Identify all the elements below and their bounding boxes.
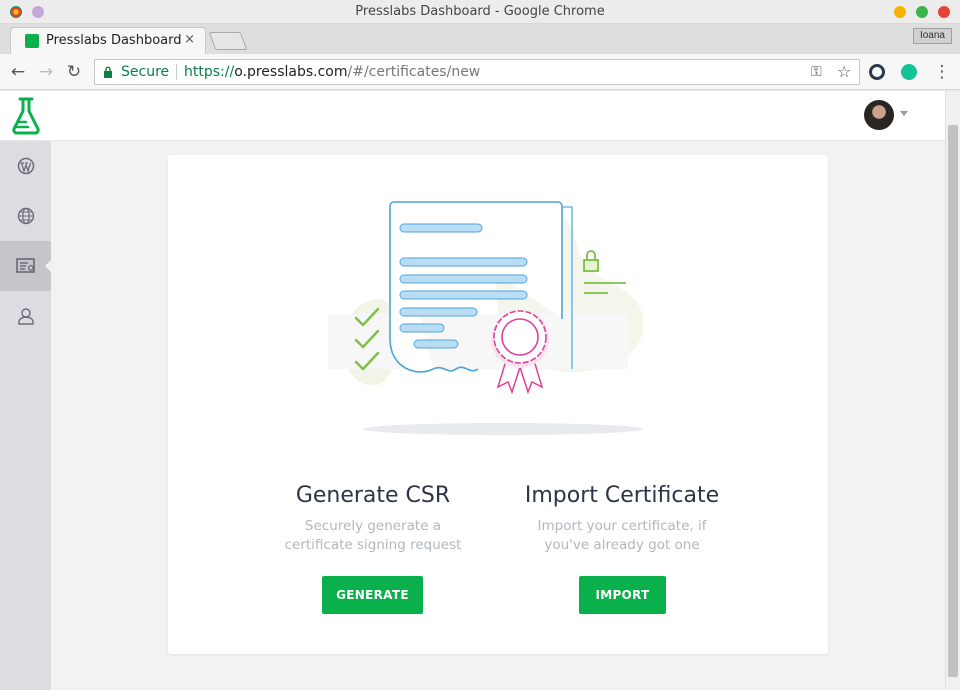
sidebar [0,141,51,690]
minimize-button[interactable] [894,6,906,18]
certificate-illustration [328,201,644,435]
profile-badge[interactable]: Ioana [912,28,952,44]
tab-strip: Presslabs Dashboard × Ioana [0,24,960,54]
grammarly-extension-icon[interactable] [901,64,917,80]
forward-button[interactable]: → [36,62,56,82]
chevron-down-icon[interactable] [900,111,908,116]
globe-icon [17,207,34,225]
tab-label: Presslabs Dashboard [46,33,182,48]
url-text: https://o.presslabs.com/#/certificates/n… [184,64,480,80]
url-scheme: https:// [184,64,235,80]
app-area: Generate CSR Securely generate a certifi… [0,91,945,690]
key-icon[interactable]: ⚿ [811,64,822,80]
user-icon [17,308,34,325]
window-title: Presslabs Dashboard - Google Chrome [355,4,605,19]
generate-csr-title: Generate CSR [295,483,451,508]
reload-button[interactable]: ↻ [64,62,84,82]
certificate-icon [15,258,35,273]
sidebar-item-sites[interactable] [0,141,51,191]
maximize-button[interactable] [916,6,928,18]
back-button[interactable]: ← [8,62,28,82]
import-certificate-title: Import Certificate [524,483,720,508]
wordpress-icon [17,157,34,175]
address-divider [176,64,177,80]
sidebar-item-certificates[interactable] [0,241,51,291]
page-scrollbar[interactable] [945,91,960,690]
generate-csr-section: Generate CSR Securely generate a certifi… [258,483,488,555]
url-path: /#/certificates/new [347,64,481,80]
new-certificate-card: Generate CSR Securely generate a certifi… [168,155,828,654]
generate-csr-description: Securely generate a certificate signing … [284,518,462,553]
lock-icon [104,66,112,78]
scrollbar-thumb[interactable] [948,125,958,677]
tab-presslabs-dashboard[interactable]: Presslabs Dashboard × [10,27,206,54]
close-window-button[interactable] [938,6,950,18]
import-certificate-section: Import Certificate Import your certifica… [507,483,737,555]
extension-glasses-icon[interactable] [869,64,885,80]
presslabs-logo-icon[interactable] [10,96,42,136]
bookmark-star-icon[interactable]: ☆ [837,62,851,81]
user-avatar[interactable] [864,100,894,130]
url-host: o.presslabs.com [234,64,348,80]
new-tab-button[interactable] [208,32,248,50]
chrome-menu-button[interactable]: ⋮ [932,62,952,82]
import-button[interactable]: IMPORT [579,576,666,614]
window-titlebar: Presslabs Dashboard - Google Chrome [0,0,960,24]
address-bar[interactable]: Secure https://o.presslabs.com/#/certifi… [94,59,860,85]
generate-button[interactable]: GENERATE [322,576,423,614]
presslabs-favicon-icon [25,34,39,48]
secure-label: Secure [121,64,170,80]
sidebar-item-account[interactable] [0,291,51,341]
app-header [0,91,945,141]
tab-close-icon[interactable]: × [184,32,195,47]
sidebar-item-domains[interactable] [0,191,51,241]
import-certificate-description: Import your certificate, if you've alrea… [537,518,707,553]
browser-toolbar: ← → ↻ Secure https://o.presslabs.com/#/c… [0,54,960,90]
